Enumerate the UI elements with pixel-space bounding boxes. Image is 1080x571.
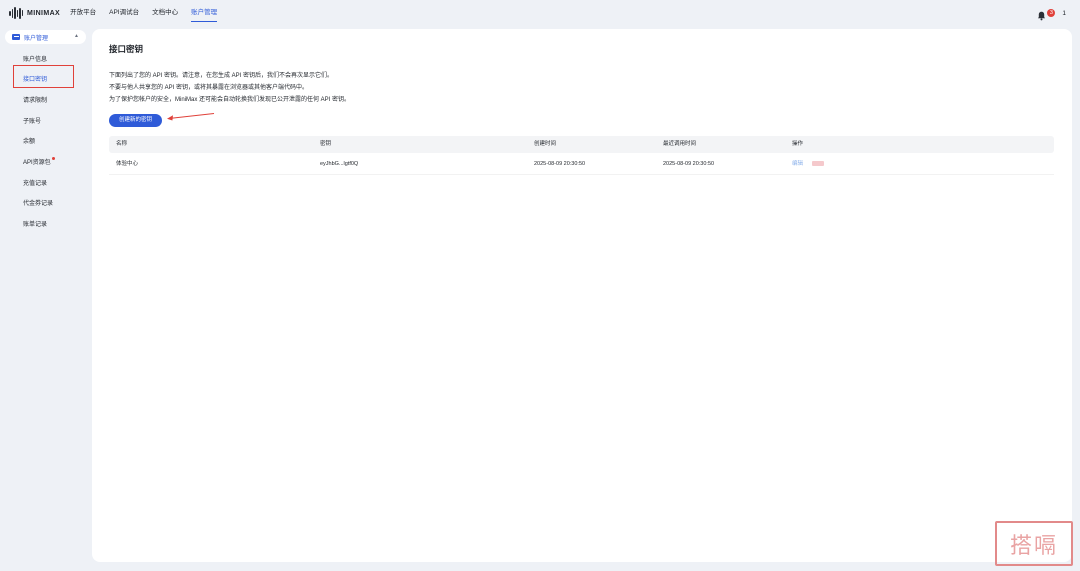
header-key: 密钥 xyxy=(320,141,332,147)
nav-docs[interactable]: 文档中心 xyxy=(152,0,178,26)
cell-last-used: 2025-08-09 20:30:50 xyxy=(663,161,715,167)
top-navigation-bar: MINIMAX 开放平台 API调试台 文档中心 账户管理 3 1 xyxy=(0,0,1080,26)
sidebar-group-label: 账户管理 xyxy=(24,35,49,42)
sidebar-item-recharge-records[interactable]: 充值记录 xyxy=(23,178,47,187)
sidebar: 账户管理 ▲ 账户信息 接口密钥 请求限制 子账号 余额 API资源包 充值记录… xyxy=(0,26,92,571)
cell-name: 体验中心 xyxy=(116,161,139,167)
logo[interactable]: MINIMAX xyxy=(9,7,60,19)
chevron-up-icon: ▲ xyxy=(74,33,79,39)
notification-badge: 3 xyxy=(1047,8,1056,17)
api-keys-table: 名称 密钥 创建时间 最近调用时间 操作 体验中心 eyJhbG...lgtf0… xyxy=(109,136,1054,175)
edit-link[interactable]: 编辑 xyxy=(792,153,803,175)
sidebar-item-api-resource-pack[interactable]: API资源包 xyxy=(23,157,55,166)
delete-placeholder xyxy=(812,161,824,167)
sidebar-item-voucher-records[interactable]: 代金券记录 xyxy=(23,198,53,207)
notifications-button[interactable]: 3 xyxy=(1037,8,1056,20)
watermark-seal: 搭嗝 xyxy=(995,521,1073,566)
new-dot-indicator xyxy=(51,157,55,160)
sidebar-item-sub-accounts[interactable]: 子账号 xyxy=(23,116,41,125)
description-line-1: 下面列出了您的 API 密钥。请注意，在您生成 API 密钥后，我们不会再次显示… xyxy=(109,73,334,79)
sidebar-item-label: API资源包 xyxy=(23,160,51,166)
main-panel: 接口密钥 下面列出了您的 API 密钥。请注意，在您生成 API 密钥后，我们不… xyxy=(92,29,1072,562)
header-created: 创建时间 xyxy=(534,141,557,147)
nav-account-management[interactable]: 账户管理 xyxy=(191,0,218,26)
sidebar-item-rate-limits[interactable]: 请求限制 xyxy=(23,95,47,104)
cell-key: eyJhbG...lgtf0Q xyxy=(320,161,359,167)
card-icon xyxy=(12,34,20,40)
sidebar-group-account-management[interactable]: 账户管理 ▲ xyxy=(5,30,86,44)
nav-open-platform[interactable]: 开放平台 xyxy=(70,0,96,26)
brand-name: MINIMAX xyxy=(27,9,61,17)
header-last-used: 最近调用时间 xyxy=(663,141,697,147)
annotation-arrow xyxy=(167,113,215,121)
main-nav: 开放平台 API调试台 文档中心 账户管理 xyxy=(70,0,230,26)
bell-icon xyxy=(1038,11,1046,20)
watermark-text: 搭嗝 xyxy=(1009,533,1058,559)
header-name: 名称 xyxy=(116,141,128,147)
top-right-actions: 3 1 xyxy=(1037,0,1066,26)
description-line-2: 不要与他人共享您的 API 密钥，或将其暴露在浏览器或其他客户端代码中。 xyxy=(109,85,309,91)
sidebar-item-balance[interactable]: 余额 xyxy=(23,136,35,145)
minimax-logo-icon xyxy=(9,7,23,19)
cell-created: 2025-08-09 20:30:50 xyxy=(534,161,586,167)
description-line-3: 为了保护您帐户的安全，MiniMax 还可能会自动轮换我们发现已公开泄露的任何 … xyxy=(109,97,351,103)
create-new-key-button[interactable]: 创建新的密钥 xyxy=(109,114,162,127)
user-menu[interactable]: 1 xyxy=(1062,10,1066,17)
highlight-box xyxy=(13,65,74,88)
sidebar-item-billing-records[interactable]: 账单记录 xyxy=(23,219,47,228)
delete-button[interactable] xyxy=(812,153,824,175)
sidebar-item-account-info[interactable]: 账户信息 xyxy=(23,54,47,63)
header-actions: 操作 xyxy=(792,141,804,147)
table-header: 名称 密钥 创建时间 最近调用时间 操作 xyxy=(109,136,1054,153)
nav-api-console[interactable]: API调试台 xyxy=(109,0,139,26)
page-title: 接口密钥 xyxy=(109,44,144,54)
table-row: 体验中心 eyJhbG...lgtf0Q 2025-08-09 20:30:50… xyxy=(109,153,1054,175)
